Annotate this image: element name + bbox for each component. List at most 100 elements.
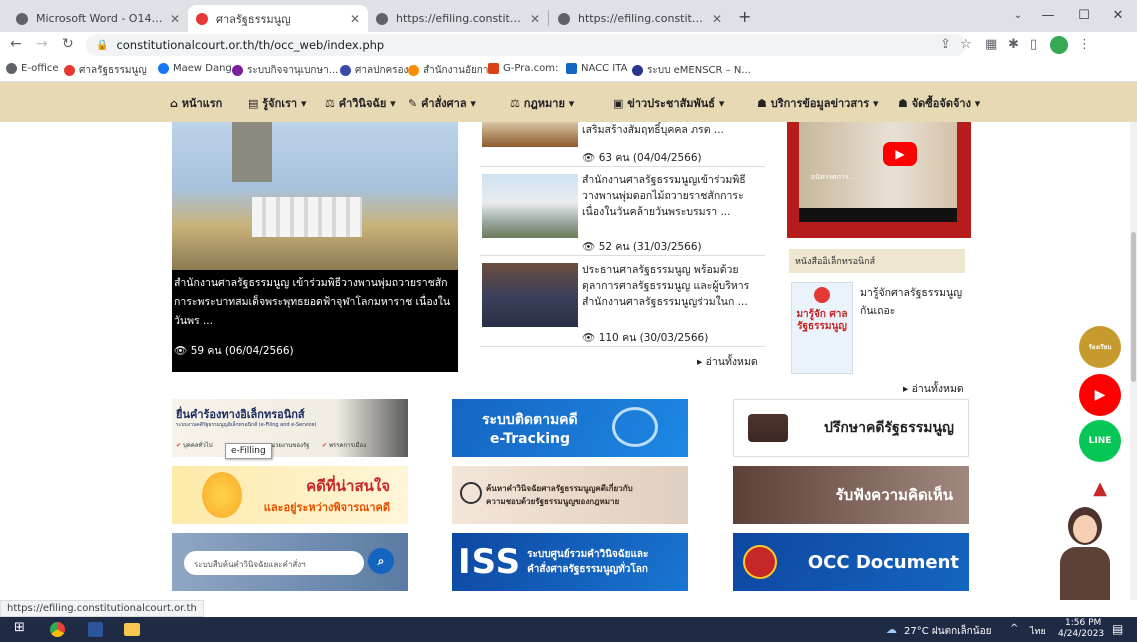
bookmark-item[interactable]: E-office	[6, 63, 59, 74]
news-thumb[interactable]	[482, 174, 578, 238]
clock-date[interactable]: 4/24/2023	[1058, 629, 1104, 639]
word-icon[interactable]	[88, 622, 103, 637]
featured-title[interactable]: สำนักงานศาลรัฐธรรมนูญ เข้าร่วมพิธีวางพาน…	[174, 274, 454, 331]
eye-icon: 👁	[582, 152, 596, 164]
minimize-button[interactable]: —	[1030, 0, 1066, 30]
mascot-figure[interactable]	[1050, 507, 1120, 600]
close-tab-icon[interactable]: ✕	[350, 12, 360, 26]
reload-icon[interactable]: ↻	[62, 36, 74, 52]
bookmark-item[interactable]: Maew Dang	[158, 63, 232, 74]
clock-time[interactable]: 1:56 PM	[1065, 618, 1101, 628]
iss-banner[interactable]: ISS ระบบศูนย์รวมคำวินิจฉัยและ คำสั่งศาลร…	[452, 533, 688, 591]
chrome-icon[interactable]	[50, 622, 65, 637]
scroll-top-icon[interactable]: ▲	[1086, 478, 1114, 506]
menu-icon[interactable]: ⋮	[1078, 37, 1091, 52]
news-read-all-link[interactable]: ▸ อ่านทั้งหมด	[697, 353, 758, 370]
nav-orders[interactable]: ✎ คำสั่งศาล ▾	[408, 94, 476, 112]
news-title[interactable]: สำนักงานศาลรัฐธรรมนูญเข้าร่วมพิธีวางพานพ…	[582, 172, 762, 220]
bookmark-item[interactable]: สำนักงานอัยการ	[408, 63, 494, 78]
magnifier-icon	[460, 482, 482, 504]
law-search-banner[interactable]: ค้นหาคำวินิจฉัยศาลรัฐธรรมนูญคดีเกี่ยวกับ…	[452, 466, 688, 524]
nav-home[interactable]: ⌂ หน้าแรก	[170, 94, 222, 112]
tray-chevron-icon[interactable]: ^	[1010, 623, 1018, 634]
nav-rulings[interactable]: ⚖ คำวินิจฉัย ▾	[325, 94, 396, 112]
pen-icon: ✎	[408, 97, 418, 110]
nav-about[interactable]: ▤ รู้จักเรา ▾	[248, 94, 306, 112]
browser-toolbar: ← → ↻ 🔒 constitutionalcourt.or.th/th/occ…	[0, 32, 1137, 58]
site-navigation: ⌂ หน้าแรก ▤ รู้จักเรา ▾ ⚖ คำวินิจฉัย ▾ ✎…	[0, 82, 1137, 122]
line-icon[interactable]: LINE	[1079, 420, 1121, 462]
notification-icon[interactable]: ▤	[1112, 622, 1123, 636]
gavel-icon	[748, 414, 788, 442]
bookmark-item[interactable]: ระบบกิจจานุเบกษา...	[232, 63, 338, 78]
tab-efiling-2[interactable]: https://efiling.constitutionalcourt ✕	[550, 5, 730, 32]
scrollbar-thumb[interactable]	[1131, 232, 1136, 382]
consult-banner[interactable]: ปรึกษาคดีรัฐธรรมนูญ	[733, 399, 969, 457]
news-title[interactable]: เสริมสร้างสัมฤทธิ์บุคคล ภรต ...	[582, 122, 762, 136]
nav-procurement[interactable]: ☗ จัดซื้อจัดจ้าง ▾	[898, 94, 980, 112]
etracking-banner[interactable]: ระบบติดตามคดี e-Tracking	[452, 399, 688, 457]
featured-news-photo[interactable]	[172, 122, 458, 270]
efiling-banner[interactable]: ยื่นคำร้องทางอิเล็กทรอนิกส์ ระบบงานคดีรั…	[172, 399, 408, 457]
complaint-button[interactable]: ร้องเรียน	[1079, 326, 1121, 368]
windows-start-icon[interactable]: ⊞	[14, 620, 25, 635]
bookmark-item[interactable]: ระบบ eMENSCR – N...	[632, 63, 751, 78]
video-frame: ▶ อนิทรรศการ...	[787, 122, 971, 238]
ruling-search-input[interactable]: ระบบสืบค้นคำวินิจฉัยและคำสั่งฯ	[184, 551, 364, 575]
close-tab-icon[interactable]: ✕	[530, 12, 540, 26]
close-window-button[interactable]: ✕	[1100, 0, 1136, 30]
youtube-play-icon[interactable]: ▶	[883, 142, 917, 166]
bookmark-item[interactable]: NACC ITA	[566, 63, 627, 74]
globe-icon	[558, 12, 570, 25]
news-title[interactable]: ประธานศาลรัฐธรรมนูญ พร้อมด้วยตุลาการศาลร…	[582, 262, 762, 310]
maximize-button[interactable]: ☐	[1066, 0, 1102, 30]
close-tab-icon[interactable]: ✕	[712, 12, 722, 26]
tab-court[interactable]: ศาลรัฐธรรมนูญ ✕	[188, 5, 368, 32]
extension-icon[interactable]: ▦	[985, 37, 997, 52]
scrollbar-track[interactable]	[1130, 122, 1137, 600]
youtube-icon[interactable]: ▶	[1079, 374, 1121, 416]
file-explorer-icon[interactable]	[124, 623, 140, 636]
bookmark-item[interactable]: ศาลรัฐธรรมนูญ	[64, 63, 147, 78]
bookmark-star-icon[interactable]: ☆	[960, 37, 972, 52]
nav-info-service[interactable]: ☗ บริการข้อมูลข่าวสาร ▾	[757, 94, 879, 112]
sidepanel-icon[interactable]: ▯	[1030, 37, 1037, 52]
ebook-title[interactable]: มารู้จักศาลรัฐธรรมนูญกันเถอะ	[860, 284, 970, 320]
video-thumbnail[interactable]: ▶ อนิทรรศการ...	[799, 122, 957, 222]
nav-news[interactable]: ▣ ข่าวประชาสัมพันธ์ ▾	[613, 94, 724, 112]
interesting-cases-banner[interactable]: คดีที่น่าสนใจ และอยู่ระหว่างพิจารณาคดี	[172, 466, 408, 524]
globe-icon	[16, 12, 28, 25]
occ-document-banner[interactable]: OCC Document	[733, 533, 969, 591]
ebook-read-all-link[interactable]: ▸ อ่านทั้งหมด	[903, 380, 964, 397]
efiling-subtitle: ระบบงานคดีรัฐธรรมนูญอิเล็กทรอนิกส์ (e-Fi…	[176, 422, 317, 428]
tab-efiling-1[interactable]: https://efiling.constitutionalcourt ✕	[368, 5, 548, 32]
efiling-tag-party: ✔ พรรคการเมือง	[322, 442, 367, 449]
tab-word[interactable]: Microsoft Word - O14.docx ✕	[8, 5, 188, 32]
news-thumb[interactable]	[482, 263, 578, 327]
bookmark-item[interactable]: ศาลปกครอง	[340, 63, 408, 78]
new-tab-button[interactable]: +	[738, 7, 751, 26]
back-icon[interactable]: ←	[10, 36, 22, 52]
news-thumb[interactable]	[482, 122, 578, 147]
browser-tab-bar: Microsoft Word - O14.docx ✕ ศาลรัฐธรรมนู…	[0, 0, 1137, 32]
share-icon[interactable]: ⇪	[940, 37, 951, 52]
profile-avatar[interactable]	[1050, 36, 1068, 54]
search-icon[interactable]: ⌕	[368, 548, 394, 574]
news-views: 👁 110 คน (30/03/2566)	[582, 332, 709, 344]
bookmark-item[interactable]: G-Pra.com:	[488, 63, 558, 74]
weather-text[interactable]: 27°C ฝนตกเล็กน้อย	[904, 624, 991, 639]
address-bar[interactable]: 🔒 constitutionalcourt.or.th/th/occ_web/i…	[86, 34, 966, 56]
ebook-cover[interactable]: มารู้จัก ศาล รัฐธรรมนูญ	[791, 282, 853, 374]
featured-caption-box[interactable]: สำนักงานศาลรัฐธรรมนูญ เข้าร่วมพิธีวางพาน…	[172, 270, 458, 372]
opinion-title: รับฟังความคิดเห็น	[835, 486, 953, 504]
language-indicator[interactable]: ไทย	[1030, 624, 1046, 638]
mascot-body	[1060, 547, 1110, 600]
etracking-title: ระบบติดตามคดี	[482, 412, 578, 428]
opinion-banner[interactable]: รับฟังความคิดเห็น	[733, 466, 969, 524]
forward-icon[interactable]: →	[36, 36, 48, 52]
law-search-line2: ความชอบด้วยรัฐธรรมนูญของกฎหมาย	[486, 497, 620, 506]
puzzle-icon[interactable]: ✱	[1008, 37, 1019, 52]
close-tab-icon[interactable]: ✕	[170, 12, 180, 26]
efiling-tooltip: e-Filling	[225, 443, 272, 459]
nav-law[interactable]: ⚖ กฎหมาย ▾	[510, 94, 574, 112]
